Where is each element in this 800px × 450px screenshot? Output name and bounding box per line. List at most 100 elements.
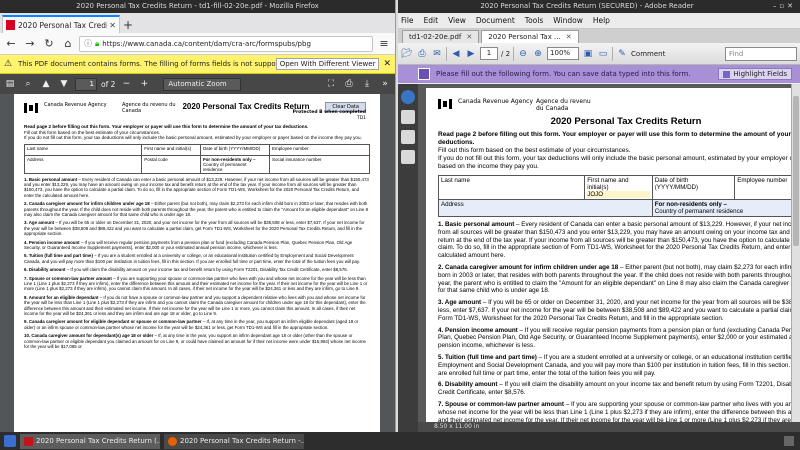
lock-icon[interactable]: 🔒︎ bbox=[95, 37, 99, 51]
reader-scrollbar[interactable] bbox=[791, 84, 800, 422]
form-item: 3. Age amount – If you will be 65 or old… bbox=[438, 299, 800, 322]
sidebar-toggle-icon[interactable]: ▤ bbox=[3, 77, 17, 91]
home-icon[interactable]: ⌂ bbox=[60, 36, 76, 52]
search-icon[interactable]: ⌕ bbox=[21, 77, 35, 91]
reload-icon[interactable]: ↻ bbox=[41, 36, 57, 52]
close-tab-icon[interactable]: ✕ bbox=[566, 33, 572, 41]
form-item: 1. Basic personal amount – Every residen… bbox=[24, 176, 369, 198]
page-count: of 2 bbox=[101, 79, 116, 89]
menu-icon[interactable]: ≡ bbox=[376, 36, 392, 52]
dob-field[interactable]: Date of birth (YYYY/MM/DD) bbox=[199, 143, 270, 156]
zoom-out-icon[interactable]: − bbox=[119, 77, 133, 91]
pages-icon[interactable] bbox=[401, 130, 415, 144]
menu-document[interactable]: Document bbox=[476, 16, 515, 25]
last-name-field[interactable]: Last name bbox=[23, 143, 143, 156]
postal-code-field[interactable]: Postal code bbox=[141, 154, 201, 174]
firefox-tab-active[interactable]: 2020 Personal Tax Credits Retu ✕ bbox=[2, 15, 120, 33]
system-tray-icon[interactable] bbox=[784, 436, 794, 446]
form-item: 6. Disability amount – If you will claim… bbox=[438, 381, 800, 397]
taskbar-item-firefox[interactable]: 2020 Personal Tax Credits Return -... bbox=[164, 433, 304, 449]
back-icon[interactable]: ← bbox=[3, 36, 19, 52]
comment-button[interactable]: Comment bbox=[631, 50, 665, 58]
form-intro: Read page 2 before filling out this form… bbox=[438, 131, 800, 170]
menu-help[interactable]: Help bbox=[593, 16, 610, 25]
doc-tab-active[interactable]: 2020 Personal Tax ... ✕ bbox=[481, 30, 579, 43]
info-icon[interactable]: ⓘ bbox=[84, 37, 92, 51]
highlight-fields-button[interactable]: Highlight Fields bbox=[718, 68, 792, 80]
find-input[interactable]: Find bbox=[725, 46, 797, 61]
reader-nav-panel bbox=[398, 84, 418, 432]
form-warning-bar: ⚠ This PDF document contains forms. The … bbox=[0, 55, 395, 74]
firefox-tab-strip: 2020 Personal Tax Credits Retu ✕ + bbox=[0, 13, 395, 33]
email-icon[interactable]: ✉ bbox=[431, 47, 443, 61]
presentation-icon[interactable]: ⛶ bbox=[324, 77, 338, 91]
firefox-title-bar: 2020 Personal Tax Credits Return - td1-f… bbox=[0, 0, 395, 13]
pdf-icon bbox=[6, 20, 15, 30]
print-icon[interactable]: ⎙ bbox=[416, 47, 428, 61]
close-tab-icon[interactable]: ✕ bbox=[109, 21, 116, 30]
menu-edit[interactable]: Edit bbox=[424, 16, 439, 25]
menu-tools[interactable]: Tools bbox=[525, 16, 543, 25]
zoom-out-icon[interactable]: ⊖ bbox=[517, 47, 529, 61]
form-item: 2. Canada caregiver amount for infirm ch… bbox=[438, 263, 800, 295]
window-controls[interactable]: –▫✕ bbox=[770, 0, 800, 13]
lock-icon[interactable] bbox=[401, 110, 415, 124]
download-icon[interactable]: ⤓ bbox=[360, 77, 374, 91]
sin-field[interactable]: Social insurance number bbox=[268, 154, 371, 174]
zoom-select[interactable]: Automatic Zoom bbox=[163, 77, 242, 91]
highlight-icon bbox=[723, 70, 731, 78]
form-info-icon bbox=[418, 68, 430, 80]
page-number-input[interactable]: 1 bbox=[75, 77, 97, 91]
globe-icon[interactable] bbox=[401, 90, 415, 104]
fit-width-icon[interactable]: ▭ bbox=[597, 47, 609, 61]
open-different-viewer-button[interactable]: Open With Different Viewer bbox=[275, 58, 380, 70]
first-name-field[interactable]: First name and initial(s) JOJO bbox=[584, 175, 653, 200]
menu-file[interactable]: File bbox=[401, 16, 414, 25]
form-header: Canada Revenue Agency Agence du revenu d… bbox=[438, 98, 800, 112]
form-title: 2020 Personal Tax Credits Return bbox=[182, 102, 310, 111]
scroll-thumb[interactable] bbox=[793, 96, 799, 246]
url-bar[interactable]: ⓘ 🔒︎ https://www.canada.ca/content/dam/c… bbox=[79, 35, 373, 52]
open-icon[interactable]: 📂︎ bbox=[401, 47, 413, 61]
menu-window[interactable]: Window bbox=[553, 16, 583, 25]
address-field[interactable]: Address bbox=[23, 154, 143, 174]
doc-tab-td1[interactable]: td1-02-20e.pdf ✕ bbox=[402, 30, 480, 43]
zoom-in-icon[interactable]: + bbox=[137, 77, 151, 91]
tools-icon[interactable]: » bbox=[378, 77, 392, 91]
close-tab-icon[interactable]: ✕ bbox=[466, 33, 472, 41]
form-item: 2. Canada caregiver amount for infirm ch… bbox=[24, 201, 369, 217]
country-field[interactable]: For non-residents only – Country of perma… bbox=[651, 199, 800, 217]
reader-window-title: 2020 Personal Tax Credits Return (SECURE… bbox=[480, 2, 694, 10]
signature-icon[interactable] bbox=[401, 150, 415, 164]
sign-icon[interactable]: ✎ bbox=[616, 47, 628, 61]
print-icon[interactable]: ⎙ bbox=[342, 77, 356, 91]
form-intro: Read page 2 before filling out this form… bbox=[24, 124, 362, 140]
zoom-in-icon[interactable]: ⊕ bbox=[532, 47, 544, 61]
start-menu-icon[interactable] bbox=[4, 435, 16, 447]
taskbar-item-reader[interactable]: 2020 Personal Tax Credits Return (... bbox=[20, 433, 160, 449]
last-name-field[interactable]: Last name bbox=[437, 175, 586, 200]
next-page-icon[interactable]: ▶ bbox=[465, 47, 477, 61]
first-name-field[interactable]: First name and initial(s) bbox=[141, 143, 201, 156]
first-name-value[interactable]: JOJO bbox=[587, 191, 650, 198]
pdfjs-viewer[interactable]: Canada Revenue Agency Agence du revenu d… bbox=[0, 94, 395, 432]
close-warning-icon[interactable]: ✕ bbox=[383, 59, 391, 69]
address-field[interactable]: Address bbox=[438, 199, 653, 217]
employee-number-field[interactable]: Employee number bbox=[268, 143, 371, 156]
fit-page-icon[interactable]: ▣ bbox=[582, 47, 594, 61]
country-field[interactable]: For non-residents only – Country of perma… bbox=[199, 154, 270, 174]
new-tab-button[interactable]: + bbox=[120, 17, 136, 33]
page-number-input[interactable]: 1 bbox=[480, 47, 498, 60]
reader-menu-bar: File Edit View Document Tools Window Hel… bbox=[398, 13, 800, 29]
previous-page-icon[interactable]: ◀ bbox=[450, 47, 462, 61]
form-item: 10. Canada caregiver amount for dependan… bbox=[24, 333, 366, 350]
warning-text: This PDF document contains forms. The fi… bbox=[18, 60, 276, 68]
pdf-page: Canada Revenue Agency Agence du revenu d… bbox=[14, 94, 380, 432]
dob-field[interactable]: Date of birth (YYYY/MM/DD) bbox=[651, 175, 736, 200]
zoom-select[interactable]: 100% bbox=[547, 47, 580, 60]
previous-page-icon[interactable]: ▲ bbox=[39, 77, 53, 91]
menu-view[interactable]: View bbox=[448, 16, 466, 25]
forward-icon[interactable]: → bbox=[22, 36, 38, 52]
next-page-icon[interactable]: ▼ bbox=[57, 77, 71, 91]
reader-document-view[interactable]: Canada Revenue Agency Agence du revenu d… bbox=[418, 84, 800, 432]
